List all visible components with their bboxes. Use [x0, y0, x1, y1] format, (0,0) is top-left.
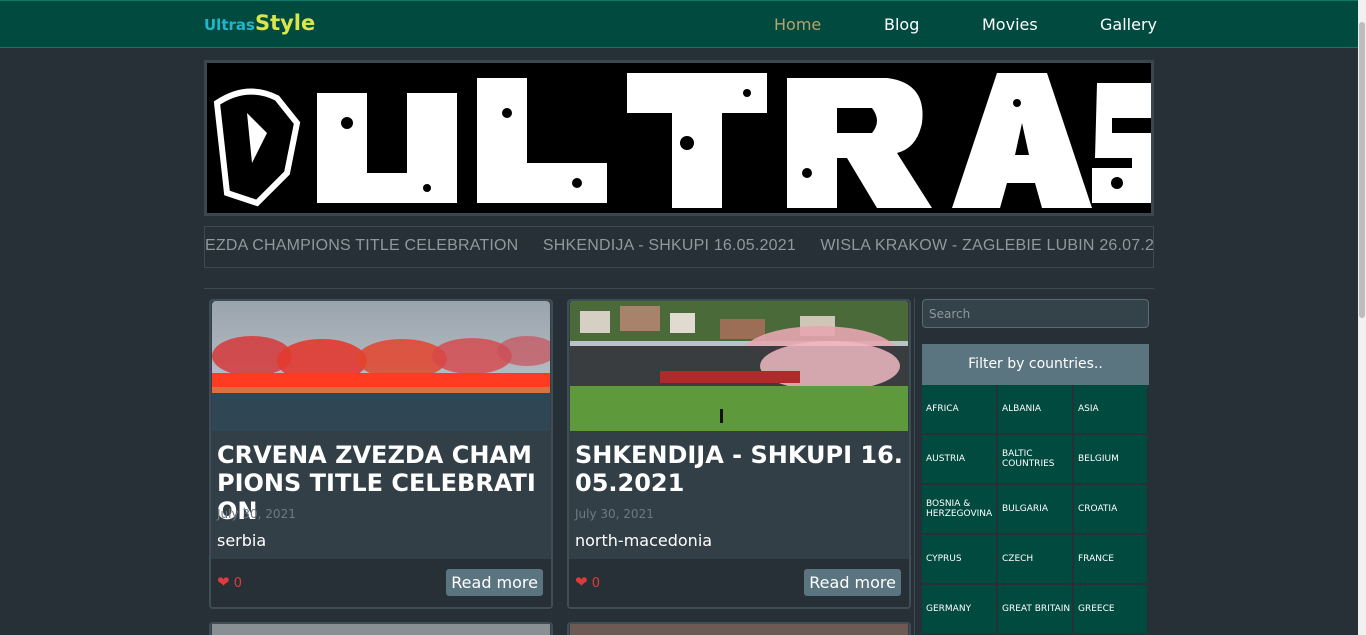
country-item[interactable]: Greece [1074, 585, 1149, 635]
ticker-track: EZDA CHAMPIONS TITLE CELEBRATION SHKENDI… [205, 237, 1153, 255]
ticker-item[interactable]: SHKENDIJA - SHKUPI 16.05.2021 [543, 237, 796, 255]
country-item[interactable]: Austria [922, 435, 998, 485]
flares-photo [212, 301, 550, 431]
post-card-peek[interactable] [209, 622, 553, 635]
post-image-peek [570, 624, 908, 635]
read-more-button[interactable]: Read more [804, 569, 901, 596]
post-date: July 30, 2021 [217, 507, 296, 521]
nav-movies[interactable]: Movies [982, 15, 1038, 34]
scrollbar-thumb[interactable] [1359, 22, 1365, 318]
country-item[interactable]: Cyprus [922, 535, 998, 585]
country-item[interactable]: Belgium [1074, 435, 1149, 485]
post-card: CRVENA ZVEZDA CHAMPIONS TITLE CELEBRATIO… [209, 299, 553, 609]
country-item[interactable]: Great Britain [998, 585, 1074, 635]
top-navbar: UltrasStyle Home Blog Movies Gallery [0, 0, 1358, 48]
read-more-button[interactable]: Read more [446, 569, 543, 596]
heart-icon: ❤ [217, 573, 230, 591]
content-divider [204, 288, 1154, 289]
post-date: July 30, 2021 [575, 507, 654, 521]
nav-links: Home Blog Movies Gallery [0, 15, 1358, 37]
hero-banner [204, 60, 1154, 216]
stadium-photo [570, 301, 908, 431]
page-scrollbar[interactable] [1358, 0, 1366, 635]
post-footer: ❤ 0 Read more [211, 559, 551, 607]
country-item[interactable]: Africa [922, 385, 998, 435]
heart-icon: ❤ [575, 573, 588, 591]
like-count: 0 [591, 576, 600, 591]
post-image[interactable] [570, 301, 908, 431]
post-footer: ❤ 0 Read more [569, 559, 909, 607]
post-card-peek[interactable] [567, 622, 911, 635]
ultras-banner-graphic [207, 63, 1151, 213]
sidebar-divider [914, 298, 915, 635]
country-item[interactable]: Baltic countries [998, 435, 1074, 485]
country-item[interactable]: Albania [998, 385, 1074, 435]
ticker-item[interactable]: WISLA KRAKOW - ZAGLEBIE LUBIN 26.07.2021 [820, 237, 1153, 255]
filter-title: Filter by countries.. [922, 344, 1149, 385]
post-category[interactable]: north-macedonia [575, 531, 712, 550]
nav-blog[interactable]: Blog [884, 15, 919, 34]
like-count: 0 [233, 576, 242, 591]
post-image[interactable] [212, 301, 550, 431]
country-item[interactable]: France [1074, 535, 1149, 585]
post-card: SHKENDIJA - SHKUPI 16.05.2021 July 30, 2… [567, 299, 911, 609]
country-item[interactable]: Asia [1074, 385, 1149, 435]
post-category[interactable]: serbia [217, 531, 266, 550]
like-button[interactable]: ❤ 0 [217, 573, 242, 591]
country-item[interactable]: Bosnia & Herzegovina [922, 485, 998, 535]
country-item[interactable]: Croatia [1074, 485, 1149, 535]
nav-gallery[interactable]: Gallery [1100, 15, 1157, 34]
country-item[interactable]: Bulgaria [998, 485, 1074, 535]
ticker-item[interactable]: EZDA CHAMPIONS TITLE CELEBRATION [205, 237, 518, 255]
news-ticker: EZDA CHAMPIONS TITLE CELEBRATION SHKENDI… [204, 226, 1154, 268]
country-item[interactable]: Germany [922, 585, 998, 635]
search-input[interactable] [922, 299, 1149, 328]
country-filter-grid: Africa Albania Asia Austria Baltic count… [922, 385, 1149, 635]
post-title[interactable]: SHKENDIJA - SHKUPI 16.05.2021 [575, 441, 905, 497]
country-item[interactable]: Czech [998, 535, 1074, 585]
post-image-peek [212, 624, 550, 635]
nav-home[interactable]: Home [774, 15, 821, 34]
like-button[interactable]: ❤ 0 [575, 573, 600, 591]
